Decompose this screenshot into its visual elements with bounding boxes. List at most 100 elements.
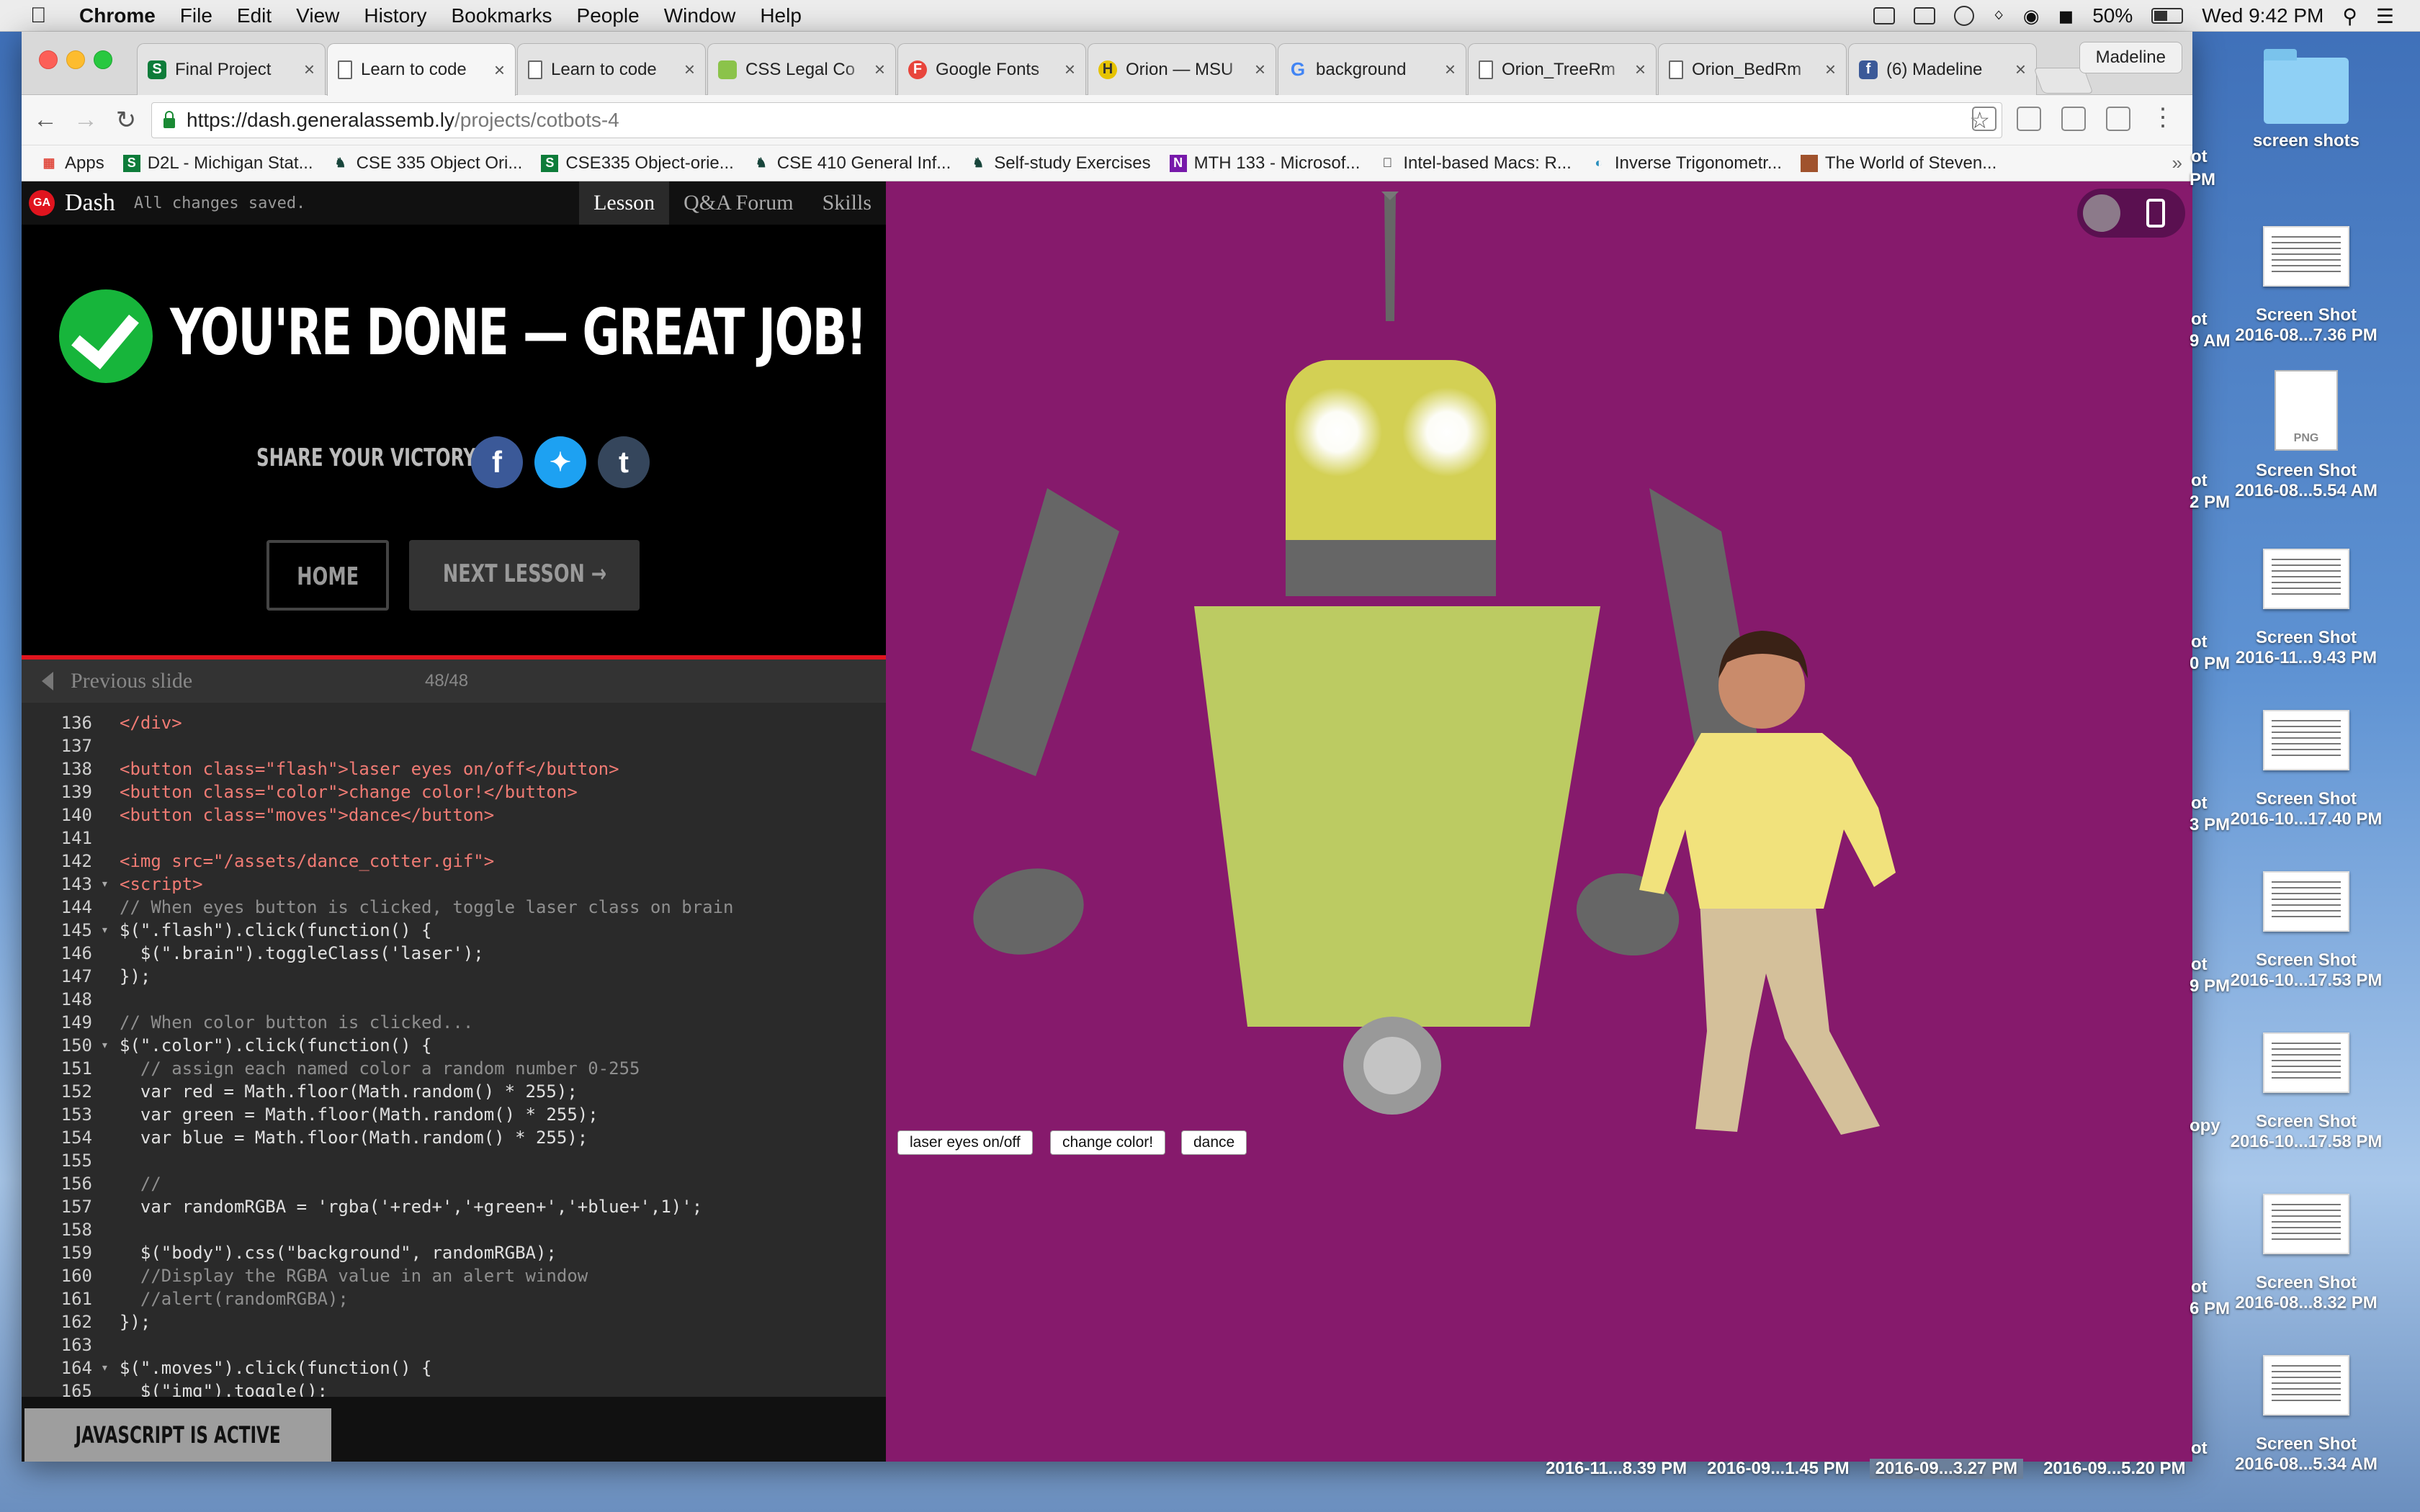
zoom-window-button[interactable] [94, 50, 112, 69]
code-line[interactable]: 163 [22, 1333, 886, 1356]
screen-mirror-icon[interactable] [1873, 7, 1896, 24]
fold-arrow-icon[interactable]: ▾ [101, 919, 120, 942]
menu-file[interactable]: File [180, 4, 212, 27]
chrome-menu-icon[interactable]: ⋮ [2151, 105, 2175, 131]
bookmark-item[interactable]: S CSE335 Object-orie... [541, 153, 734, 174]
apple-menu-icon[interactable]:  [30, 4, 59, 28]
tab-skills[interactable]: Skills [808, 181, 886, 225]
dash-title[interactable]: Dash [65, 189, 115, 217]
fold-arrow-icon[interactable] [101, 1218, 120, 1241]
fold-arrow-icon[interactable] [101, 1310, 120, 1333]
bookmark-item[interactable]: ♞ Self-study Exercises [969, 153, 1150, 174]
fold-arrow-icon[interactable] [101, 1103, 120, 1126]
dance-button[interactable]: dance [1181, 1130, 1247, 1155]
fold-arrow-icon[interactable] [101, 1080, 120, 1103]
fold-arrow-icon[interactable] [101, 1380, 120, 1397]
extension-icon[interactable] [2106, 107, 2130, 131]
fold-arrow-icon[interactable] [101, 1149, 120, 1172]
code-line[interactable]: 149 // When color button is clicked... [22, 1011, 886, 1034]
desktop-screenshot-file[interactable]: Screen Shot 2016-08...5.34 AM [2192, 1355, 2420, 1475]
wifi-icon[interactable]: ◉ [2023, 5, 2040, 27]
bookmark-apps[interactable]: ▦ Apps [40, 153, 104, 174]
code-line[interactable]: 138 <button class="flash">laser eyes on/o… [22, 757, 886, 780]
close-tab-icon[interactable]: × [1065, 58, 1075, 81]
browser-tab[interactable]: F Google Fonts × [897, 43, 1086, 95]
close-tab-icon[interactable]: × [2015, 58, 2026, 81]
fold-arrow-icon[interactable] [101, 1057, 120, 1080]
browser-tab[interactable]: CSS Legal Co × [707, 43, 896, 95]
browser-tab[interactable]: Orion_BedRm × [1658, 43, 1847, 95]
close-tab-icon[interactable]: × [494, 59, 505, 81]
code-line[interactable]: 142 <img src="/assets/dance_cotter.gif"> [22, 850, 886, 873]
close-window-button[interactable] [39, 50, 58, 69]
fold-arrow-icon[interactable] [101, 1172, 120, 1195]
code-line[interactable]: 150 ▾ $(".color").click(function() { [22, 1034, 886, 1057]
fold-arrow-icon[interactable]: ▾ [101, 873, 120, 896]
fold-arrow-icon[interactable] [101, 988, 120, 1011]
fold-arrow-icon[interactable] [101, 804, 120, 827]
code-editor[interactable]: 136 </div> 137 138 <button class="flash">las… [22, 703, 886, 1397]
bookmark-item[interactable]: Intel-based Macs: R... [1379, 153, 1572, 174]
menu-view[interactable]: View [296, 4, 339, 27]
ga-logo[interactable]: GA [29, 190, 55, 216]
bookmark-item[interactable]: The World of Steven... [1800, 153, 1996, 174]
bluetooth-icon[interactable]: ᛜ [1993, 5, 2004, 27]
address-bar[interactable]: https://dash.generalassemb.ly/projects/c… [151, 102, 2002, 138]
fold-arrow-icon[interactable]: ▾ [101, 1034, 120, 1057]
desktop-screenshot-file[interactable]: Screen Shot 2016-11...9.43 PM [2192, 549, 2420, 668]
browser-tab-active[interactable]: Learn to code × [327, 43, 516, 96]
code-line[interactable]: 154 var blue = Math.floor(Math.random() … [22, 1126, 886, 1149]
fold-arrow-icon[interactable] [101, 1287, 120, 1310]
desktop-screenshot-file[interactable]: Screen Shot 2016-08...8.32 PM [2192, 1194, 2420, 1313]
fold-arrow-icon[interactable] [101, 942, 120, 965]
fold-arrow-icon[interactable] [101, 1333, 120, 1356]
menu-bookmarks[interactable]: Bookmarks [451, 4, 552, 27]
fold-arrow-icon[interactable] [101, 1264, 120, 1287]
code-line[interactable]: 155 [22, 1149, 886, 1172]
menu-history[interactable]: History [364, 4, 426, 27]
javascript-active-button[interactable]: JAVASCRIPT IS ACTIVE [24, 1408, 331, 1462]
back-arrow-icon[interactable]: ← [29, 106, 62, 134]
menu-window[interactable]: Window [664, 4, 736, 27]
time-machine-icon[interactable] [1954, 6, 1975, 26]
browser-tab[interactable]: G background × [1278, 43, 1466, 95]
bookmark-item[interactable]: ♞ CSE 410 General Inf... [753, 153, 951, 174]
tumblr-share-icon[interactable]: t [598, 436, 650, 488]
fold-arrow-icon[interactable]: ▾ [101, 1356, 120, 1380]
menu-app-name[interactable]: Chrome [79, 4, 156, 27]
cast-icon[interactable] [1972, 107, 1996, 131]
fold-arrow-icon[interactable] [101, 1011, 120, 1034]
code-line[interactable]: 139 <button class="color">change color!</… [22, 780, 886, 804]
close-tab-icon[interactable]: × [1255, 58, 1265, 81]
code-line[interactable]: 140 <button class="moves">dance</button> [22, 804, 886, 827]
code-line[interactable]: 147}); [22, 965, 886, 988]
close-tab-icon[interactable]: × [1445, 58, 1456, 81]
desktop-screenshot-file[interactable]: Screen Shot 2016-10...17.58 PM [2192, 1032, 2420, 1152]
desktop-screenshot-file[interactable]: Screen Shot 2016-10...17.40 PM [2192, 710, 2420, 829]
code-line[interactable]: 144 // When eyes button is clicked, toggl… [22, 896, 886, 919]
code-line[interactable]: 153 var green = Math.floor(Math.random()… [22, 1103, 886, 1126]
bookmark-item[interactable]: ◐ Inverse Trigonometr... [1590, 153, 1782, 174]
code-line[interactable]: 146 $(".brain").toggleClass('laser'); [22, 942, 886, 965]
close-tab-icon[interactable]: × [1825, 58, 1836, 81]
fold-arrow-icon[interactable] [101, 780, 120, 804]
desktop-file-label-selected[interactable]: 2016-09...3.27 PM [1869, 1459, 2024, 1479]
menu-edit[interactable]: Edit [237, 4, 272, 27]
desktop-screenshot-file[interactable]: Screen Shot 2016-10...17.53 PM [2192, 871, 2420, 991]
close-tab-icon[interactable]: × [304, 58, 315, 81]
browser-tab[interactable]: H Orion — MSU × [1088, 43, 1276, 95]
code-line[interactable]: 156 // [22, 1172, 886, 1195]
bookmark-item[interactable]: N MTH 133 - Microsof... [1169, 153, 1360, 174]
battery-percent[interactable]: 50% [2092, 4, 2133, 27]
code-line[interactable]: 143 ▾ <script> [22, 873, 886, 896]
code-line[interactable]: 159 $("body").css("background", randomRG… [22, 1241, 886, 1264]
extension-icon[interactable] [2017, 107, 2041, 131]
desktop-file-label[interactable]: 2016-09...5.20 PM [2043, 1459, 2185, 1479]
next-lesson-button[interactable]: NEXT LESSON → [409, 540, 640, 611]
battery-icon[interactable] [2151, 8, 2184, 24]
airplay-icon[interactable] [1914, 7, 1936, 24]
desktop-file-label[interactable]: 2016-09...1.45 PM [1707, 1459, 1849, 1479]
browser-tab[interactable]: Learn to code × [517, 43, 706, 95]
code-line[interactable]: 148 [22, 988, 886, 1011]
code-line[interactable]: 157 var randomRGBA = 'rgba('+red+','+gre… [22, 1195, 886, 1218]
